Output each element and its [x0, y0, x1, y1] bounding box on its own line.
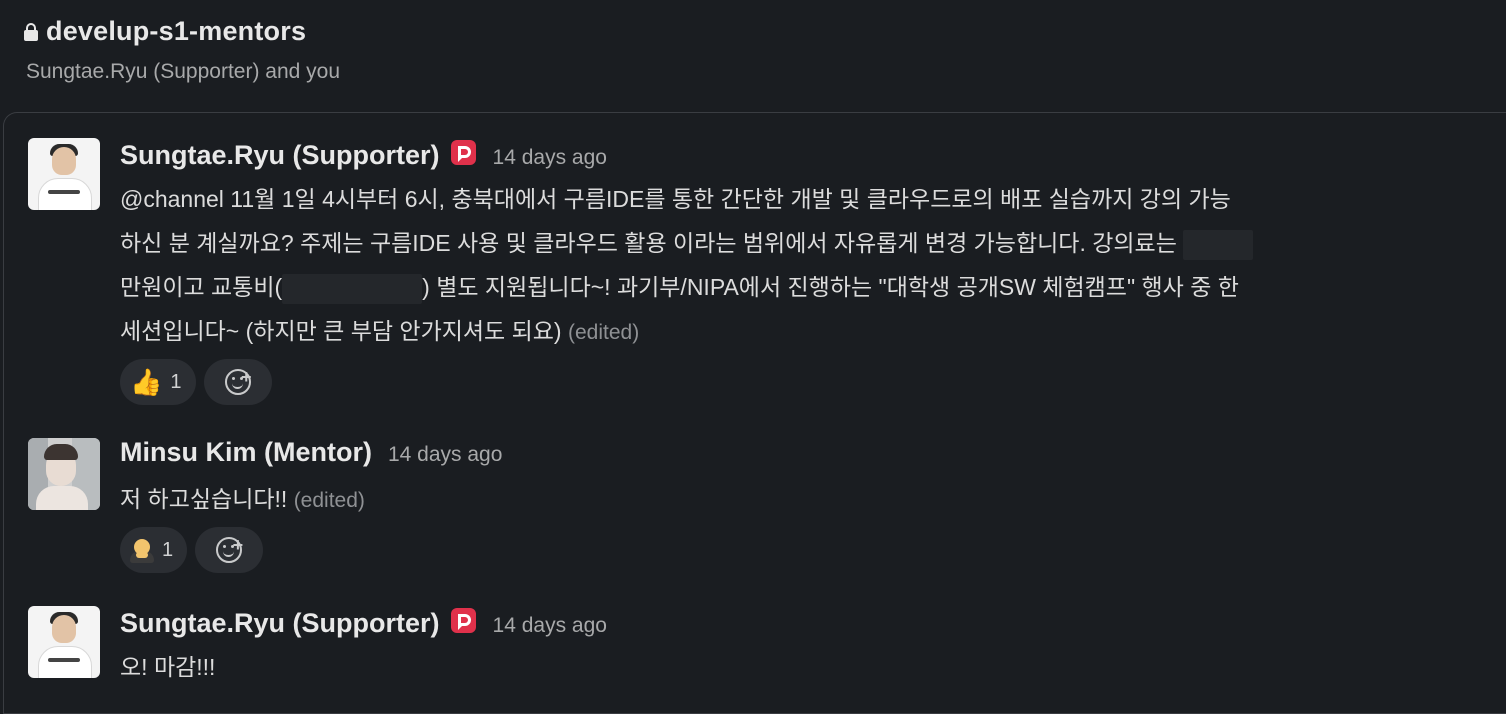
message-author[interactable]: Minsu Kim (Mentor)	[120, 437, 372, 468]
goorm-badge-icon	[450, 140, 476, 165]
message-body: 저 하고싶습니다!! (edited)	[120, 477, 1500, 523]
bowing-person-icon	[130, 537, 154, 563]
message-panel: Sungtae.Ryu (Supporter) 14 days ago @cha…	[3, 112, 1506, 714]
message-author[interactable]: Sungtae.Ryu (Supporter)	[120, 140, 440, 171]
message-author[interactable]: Sungtae.Ryu (Supporter)	[120, 608, 440, 639]
message-line: 저 하고싶습니다!! (edited)	[120, 486, 365, 512]
lock-icon	[24, 22, 38, 41]
message-line: 하신 분 계실까요? 주제는 구름IDE 사용 및 클라우드 활용 이라는 범위…	[120, 221, 1500, 265]
redacted-block	[1183, 229, 1254, 260]
message-line: 만원이고 교통비() 별도 지원됩니다~! 과기부/NIPA에서 진행하는 "대…	[120, 265, 1500, 309]
edited-label: (edited)	[293, 489, 365, 512]
avatar[interactable]	[28, 606, 100, 678]
message-body: @channel 11월 1일 4시부터 6시, 충북대에서 구름IDE를 통한…	[120, 177, 1500, 355]
thumbs-up-icon: 👍	[130, 367, 163, 397]
redacted-block	[282, 273, 423, 304]
add-reaction-button[interactable]: +	[195, 527, 264, 573]
reaction-count: 1	[170, 370, 182, 393]
goorm-badge-icon	[450, 608, 476, 633]
message-line: 오! 마감!!!	[120, 654, 216, 680]
channel-title[interactable]: develup-s1-mentors	[24, 16, 306, 47]
message-timestamp[interactable]: 14 days ago	[493, 146, 607, 170]
channel-members[interactable]: Sungtae.Ryu (Supporter) and you	[26, 60, 340, 84]
reaction-count: 1	[162, 538, 174, 561]
message-line: 세션입니다~ (하지만 큰 부담 안가지셔도 되요) (edited)	[120, 318, 640, 344]
avatar[interactable]	[28, 138, 100, 210]
message-timestamp[interactable]: 14 days ago	[388, 443, 502, 467]
avatar[interactable]	[28, 438, 100, 510]
add-reaction-button[interactable]: +	[203, 359, 272, 405]
reactions: 👍 1 +	[120, 359, 272, 405]
reaction-bowing[interactable]: 1	[120, 527, 188, 573]
message-timestamp[interactable]: 14 days ago	[493, 614, 607, 638]
edited-label: (edited)	[567, 321, 640, 344]
channel-header: develup-s1-mentors Sungtae.Ryu (Supporte…	[0, 0, 1506, 112]
message-body: 오! 마감!!!	[120, 645, 1500, 689]
reactions: 1 +	[120, 527, 264, 573]
reaction-thumbs-up[interactable]: 👍 1	[120, 359, 196, 405]
message-line: @channel 11월 1일 4시부터 6시, 충북대에서 구름IDE를 통한…	[120, 186, 1231, 212]
channel-name: develup-s1-mentors	[46, 16, 307, 46]
